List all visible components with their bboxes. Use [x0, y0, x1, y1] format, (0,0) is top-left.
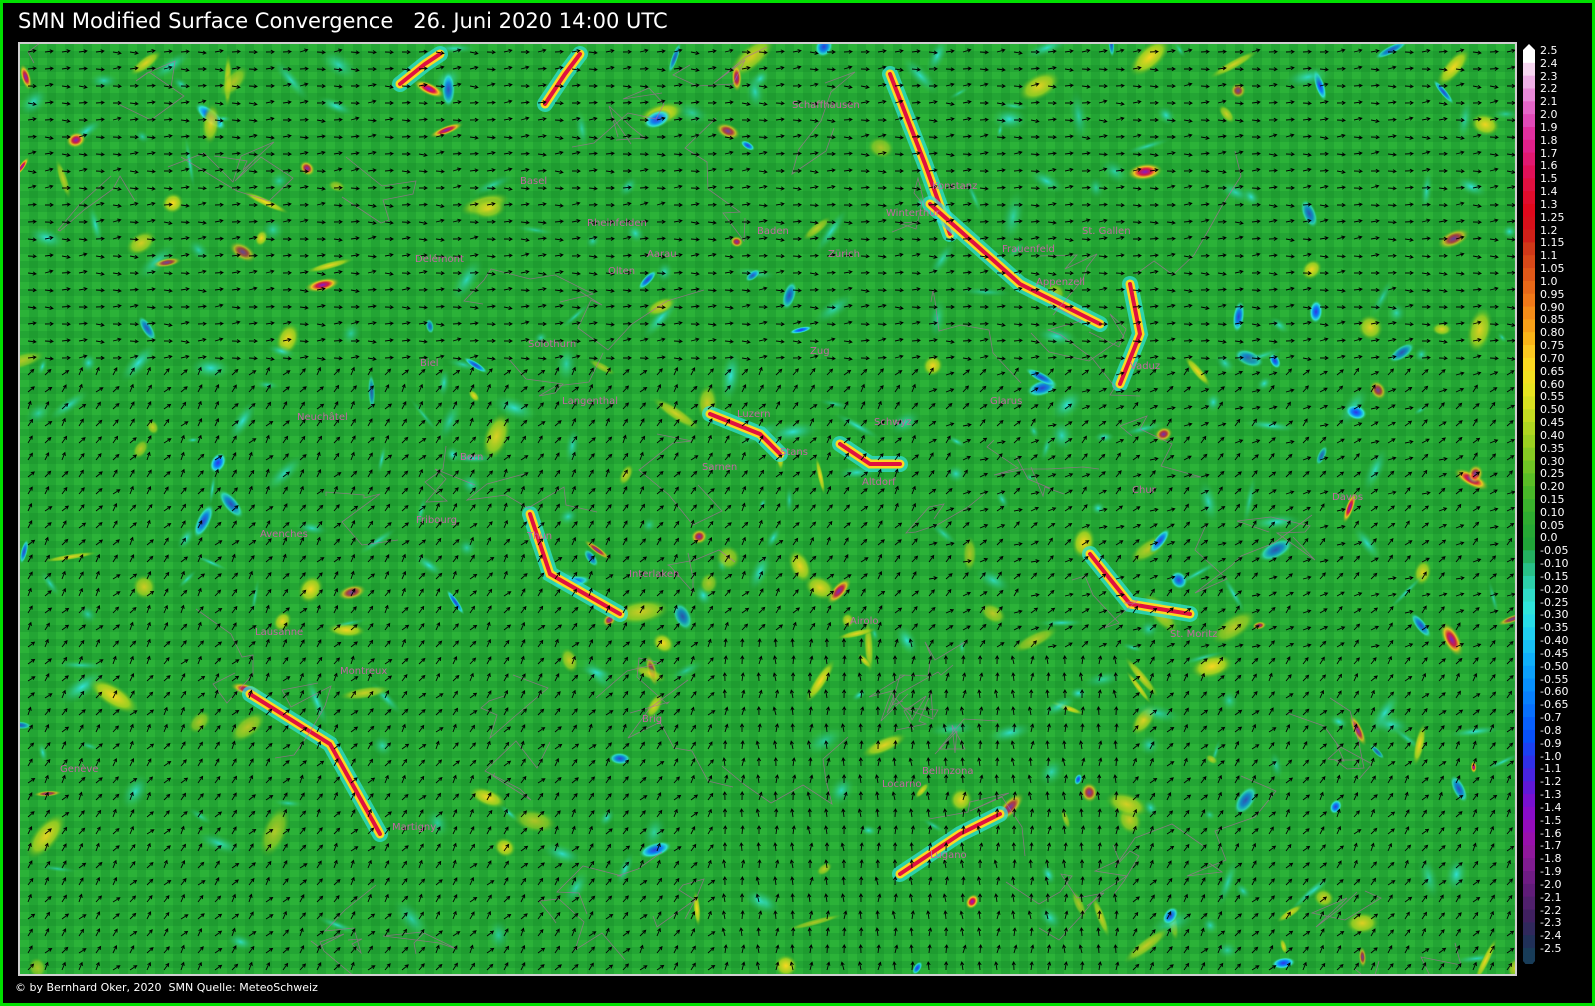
- map-title: SMN Modified Surface Convergence 26. Jun…: [18, 9, 668, 33]
- convergence-patch: [87, 71, 121, 90]
- convergence-map[interactable]: Schaffhausen Basel Konstanz Winterthur Rhein…: [18, 42, 1517, 976]
- convergence-patch: [784, 484, 794, 516]
- map-background: [20, 44, 1515, 974]
